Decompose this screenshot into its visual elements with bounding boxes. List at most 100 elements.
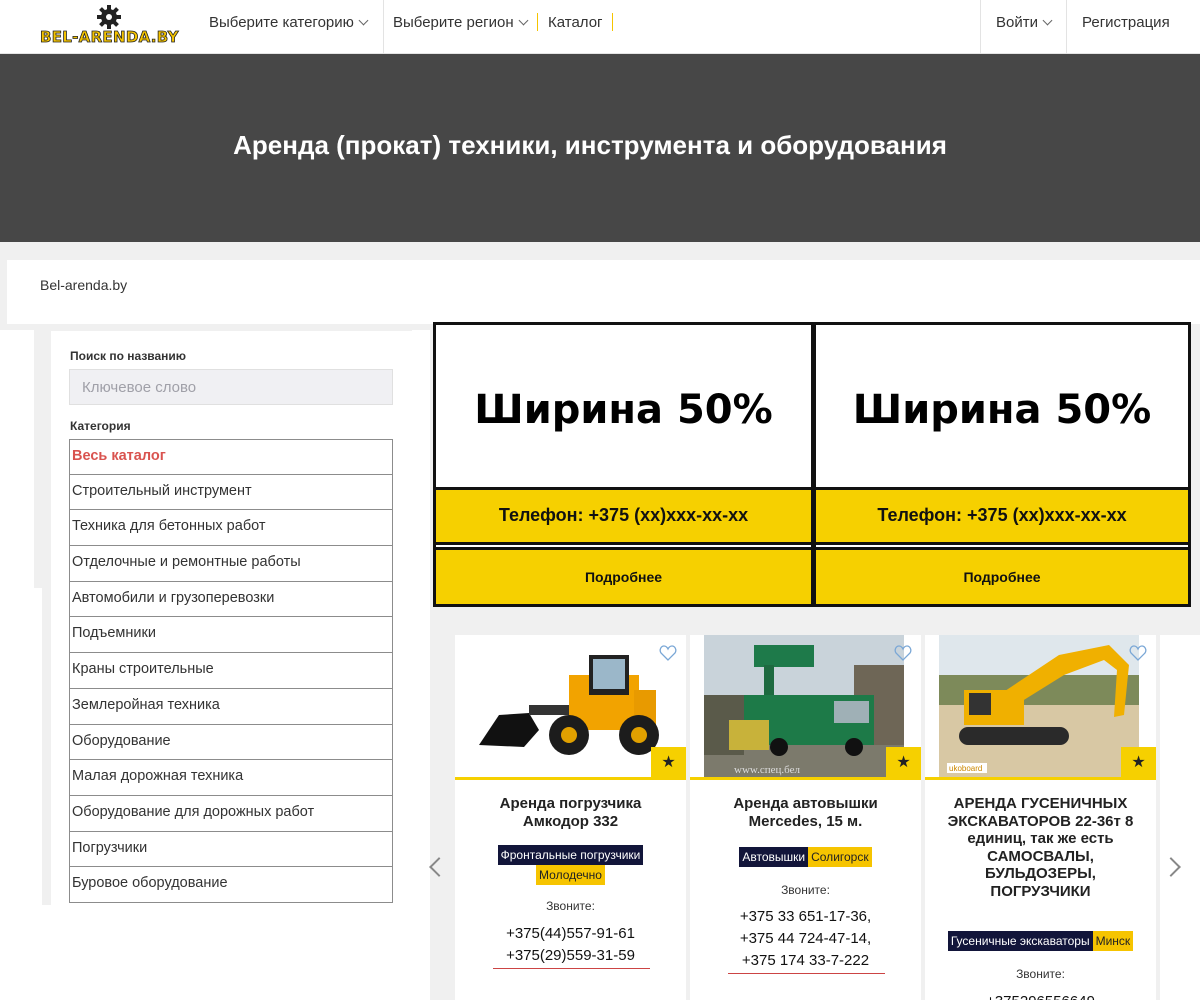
product-photo-excavator[interactable]: ukoboard — [939, 635, 1139, 777]
chevron-down-icon — [358, 15, 369, 26]
ad-banner-phone: Телефон: +375 (xx)xxx-xx-xx — [813, 487, 1191, 545]
carousel-edge — [1160, 635, 1200, 1000]
carousel-prev-arrow-icon[interactable] — [429, 857, 449, 877]
top-navbar: BEL-ARENDA.BY Выберите категорию Выберит… — [0, 0, 1200, 54]
category-item[interactable]: Техника для бетонных работ — [69, 510, 393, 547]
login-dropdown[interactable]: Войти — [996, 0, 1053, 54]
call-label: Звоните: — [781, 883, 830, 897]
category-item[interactable]: Подъемники — [69, 617, 393, 654]
product-photo-wheel-loader[interactable] — [469, 635, 669, 777]
site-logo[interactable]: BEL-ARENDA.BY — [40, 4, 180, 48]
ad-banner-text: Ширина 50% — [852, 387, 1152, 433]
nav-catalog-link[interactable]: Каталог — [548, 0, 603, 54]
category-item[interactable]: Автомобили и грузоперевозки — [69, 581, 393, 618]
heart-icon[interactable] — [894, 645, 912, 661]
product-card[interactable]: www.спец.бел ★ Аренда автовышки Mercedes… — [690, 635, 921, 1000]
photo-badge: ukoboard — [949, 764, 982, 773]
login-label: Войти — [996, 14, 1038, 31]
product-title[interactable]: Аренда погрузчика Амкодор 332 — [465, 795, 676, 830]
ad-details-button[interactable]: Подробнее — [433, 547, 814, 607]
nav-divider — [1066, 0, 1067, 54]
filter-sidebar: Поиск по названию Категория Весь каталог… — [51, 331, 412, 911]
category-item[interactable]: Погрузчики — [69, 831, 393, 868]
logo-text: BEL-ARENDA.BY — [40, 28, 179, 47]
nav-category-dropdown[interactable]: Выберите категорию — [209, 0, 369, 54]
nav-divider — [537, 13, 538, 31]
category-item[interactable]: Буровое оборудование — [69, 867, 393, 903]
product-tags: Автовышки Солигорск — [690, 847, 921, 867]
nav-divider — [383, 0, 384, 54]
category-item[interactable]: Оборудование — [69, 724, 393, 761]
chevron-down-icon — [1042, 15, 1053, 26]
category-item[interactable]: Оборудование для дорожных работ — [69, 795, 393, 832]
phone-number[interactable]: +375(44)557-91-61 — [455, 923, 686, 945]
category-item[interactable]: Краны строительные — [69, 653, 393, 689]
product-title[interactable]: Аренда автовышки Mercedes, 15 м. — [700, 795, 911, 830]
category-list: Весь каталог Строительный инструмент Тех… — [69, 439, 393, 903]
category-item[interactable]: Малая дорожная техника — [69, 760, 393, 796]
product-tags: Фронтальные погрузчики Молодечно — [455, 845, 686, 885]
phone-list: +375 33 651-17-36, +375 44 724-47-14, +3… — [690, 906, 921, 972]
category-item[interactable]: Отделочные и ремонтные работы — [69, 546, 393, 582]
star-icon[interactable]: ★ — [886, 747, 921, 780]
hero-banner: Аренда (прокат) техники, инструмента и о… — [0, 54, 1200, 242]
product-title[interactable]: АРЕНДА ГУСЕНИЧНЫХ ЭКСКАВАТОРОВ 22-36т 8 … — [947, 795, 1134, 900]
chevron-down-icon — [518, 15, 529, 26]
divider — [493, 968, 650, 969]
page-gutter — [0, 588, 42, 1000]
product-card[interactable]: ★ Аренда погрузчика Амкодор 332 Фронталь… — [455, 635, 686, 1000]
wheel-loader-image — [469, 635, 669, 777]
nav-region-dropdown[interactable]: Выберите регион — [393, 0, 529, 54]
phone-number[interactable]: +375(29)559-31-59 — [455, 945, 686, 967]
ad-banner-phone: Телефон: +375 (xx)xxx-xx-xx — [433, 487, 814, 545]
register-link[interactable]: Регистрация — [1082, 0, 1170, 54]
call-label: Звоните: — [1016, 967, 1065, 981]
product-card[interactable]: ukoboard ★ АРЕНДА ГУСЕНИЧНЫХ ЭКСКАВАТОРО… — [925, 635, 1156, 1000]
region-badge[interactable]: Минск — [1092, 931, 1134, 951]
phone-list: +375(44)557-91-61 +375(29)559-31-59 — [455, 923, 686, 967]
nav-divider — [980, 0, 981, 54]
phone-number[interactable]: +375 174 33-7-222 — [690, 950, 921, 972]
nav-divider — [612, 13, 613, 31]
star-icon[interactable]: ★ — [1121, 747, 1156, 780]
excavator-image: ukoboard — [939, 635, 1139, 777]
search-label: Поиск по названию — [70, 349, 187, 363]
aerial-lift-truck-image: www.спец.бел — [704, 635, 904, 777]
heart-icon[interactable] — [1129, 645, 1147, 661]
call-label: Звоните: — [546, 899, 595, 913]
page-gutter — [42, 905, 430, 1000]
page-title: Аренда (прокат) техники, инструмента и о… — [233, 130, 947, 160]
divider — [728, 973, 885, 974]
nav-category-label: Выберите категорию — [209, 14, 354, 31]
heart-icon[interactable] — [659, 645, 677, 661]
product-photo-aerial-lift[interactable]: www.спец.бел — [704, 635, 904, 777]
category-item[interactable]: Землеройная техника — [69, 688, 393, 725]
ad-banner[interactable]: Ширина 50% Телефон: +375 (xx)xxx-xx-xx П… — [813, 322, 1191, 607]
region-badge[interactable]: Молодечно — [536, 865, 605, 885]
photo-watermark: www.спец.бел — [734, 764, 800, 776]
register-label: Регистрация — [1082, 14, 1170, 31]
page-gutter — [412, 330, 430, 1000]
category-item[interactable]: Строительный инструмент — [69, 474, 393, 511]
category-label: Категория — [70, 419, 131, 433]
ad-banner-text: Ширина 50% — [474, 387, 773, 433]
ad-details-button[interactable]: Подробнее — [813, 547, 1191, 607]
nav-region-label: Выберите регион — [393, 14, 514, 31]
product-tags: Гусеничные экскаваторы Минск — [925, 931, 1156, 951]
gear-icon — [97, 5, 121, 29]
star-icon[interactable]: ★ — [651, 747, 686, 780]
phone-number[interactable]: +375 33 651-17-36, — [690, 906, 921, 928]
category-item-all[interactable]: Весь каталог — [69, 439, 393, 475]
breadcrumb-home-link[interactable]: Bel-arenda.by — [40, 277, 127, 293]
phone-list: +375296556649 — [925, 991, 1156, 1000]
phone-number[interactable]: +375 44 724-47-14, — [690, 928, 921, 950]
category-badge[interactable]: Гусеничные экскаваторы — [947, 931, 1093, 951]
breadcrumb: Bel-arenda.by — [7, 260, 1200, 324]
category-badge[interactable]: Автовышки — [739, 847, 809, 867]
search-input[interactable] — [69, 369, 393, 405]
nav-catalog-label: Каталог — [548, 14, 603, 31]
phone-number[interactable]: +375296556649 — [925, 991, 1156, 1000]
region-badge[interactable]: Солигорск — [808, 847, 872, 867]
ad-banner[interactable]: Ширина 50% Телефон: +375 (xx)xxx-xx-xx П… — [433, 322, 814, 607]
category-badge[interactable]: Фронтальные погрузчики — [497, 845, 644, 865]
